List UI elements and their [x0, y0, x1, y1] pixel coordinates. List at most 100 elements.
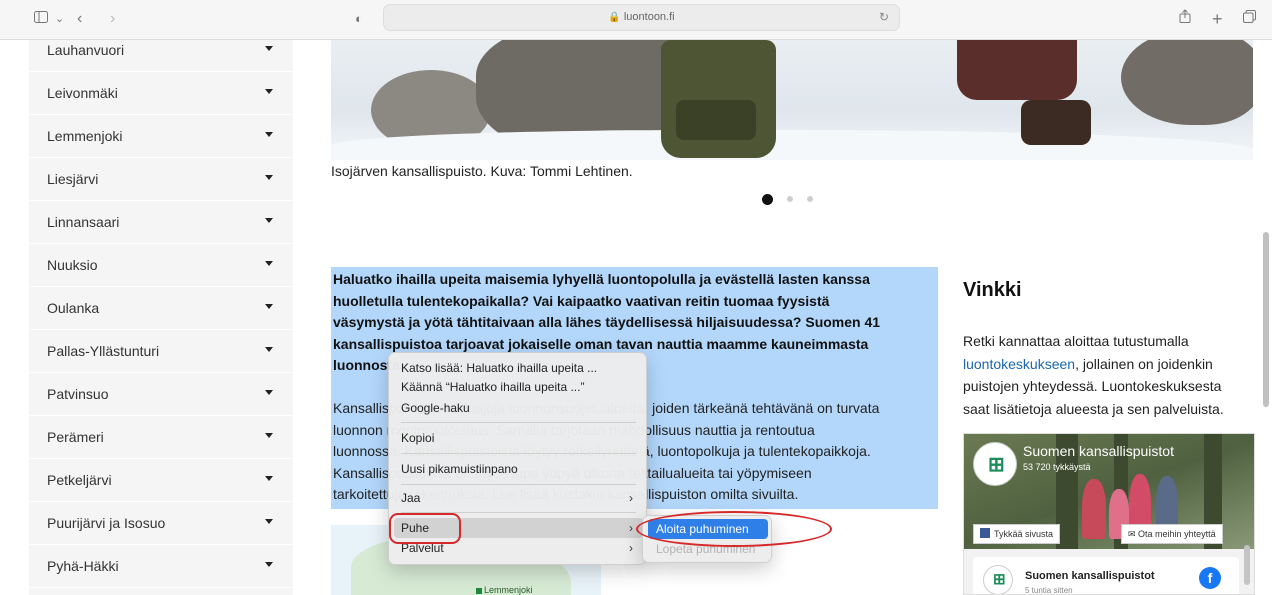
lock-icon: 🔒	[608, 12, 621, 23]
menu-separator	[401, 484, 636, 485]
sidebar-item-label: Oulanka	[47, 300, 100, 316]
sidebar-item[interactable]: Petkeljärvi	[29, 459, 293, 502]
annotation-circle-start-speaking	[636, 511, 832, 547]
sidebar-item[interactable]: Lemmenjoki	[29, 115, 293, 158]
address-bar[interactable]: 🔒 luontoon.fi ↻	[383, 4, 900, 31]
sidebar-icon[interactable]	[34, 9, 48, 29]
facebook-icon	[980, 528, 990, 538]
sidebar-item-label: Pallas-Yllästunturi	[47, 343, 160, 359]
sidebar-item-label: Linnansaari	[47, 214, 120, 230]
tabs-overview-icon[interactable]	[1243, 9, 1256, 29]
facebook-like-button[interactable]: Tykkää sivusta	[973, 524, 1061, 544]
caret-down-icon[interactable]	[265, 390, 273, 395]
menu-item-share[interactable]: Jaa ›	[394, 488, 643, 508]
lead-line: väsymystä ja yötä tähtitaivaan alla lähe…	[333, 314, 881, 330]
sidebar-item[interactable]: Oulanka	[29, 287, 293, 330]
sidebar-item-label: Lauhanvuori	[47, 42, 125, 58]
sidebar-item[interactable]: Puurijärvi ja Isosuo	[29, 502, 293, 545]
caret-down-icon[interactable]	[265, 175, 273, 180]
carousel-dot-active[interactable]	[762, 194, 773, 205]
image-caption: Isojärven kansallispuisto. Kuva: Tommi L…	[331, 163, 633, 179]
menu-item-copy[interactable]: Kopioi	[394, 428, 643, 448]
menu-item-translate[interactable]: Käännä “Haluatko ihailla upeita ...”	[394, 377, 643, 397]
caret-down-icon[interactable]	[265, 46, 273, 51]
reload-icon[interactable]: ↻	[879, 10, 889, 24]
menu-item-label: Kopioi	[401, 431, 435, 445]
facebook-post[interactable]: ⊞ Suomen kansallispuistot 5 tuntia sitte…	[973, 557, 1239, 595]
menu-item-quick-note[interactable]: Uusi pikamuistiinpano	[394, 459, 643, 479]
sidebar-item[interactable]: Linnansaari	[29, 201, 293, 244]
facebook-like-count: 53 720 tykkäystä	[1023, 462, 1091, 472]
sidebar-item-label: Nuuksio	[47, 257, 98, 273]
forward-icon[interactable]: ›	[110, 9, 115, 29]
menu-item-label: Katso lisää: Haluatko ihailla upeita ...	[401, 361, 598, 375]
page-scrollbar[interactable]	[1263, 232, 1269, 407]
caret-down-icon[interactable]	[265, 433, 273, 438]
submenu-arrow-icon: ›	[629, 541, 633, 555]
widget-scrollbar[interactable]	[1244, 545, 1250, 585]
park-list-sidebar: Lauhanvuori Leivonmäki Lemmenjoki Liesjä…	[29, 40, 293, 595]
sidebar-item[interactable]: Patvinsuo	[29, 373, 293, 416]
tip-line: Retki kannattaa aloittaa tutustumalla	[963, 333, 1189, 349]
sidebar-item-label: Patvinsuo	[47, 386, 109, 402]
caret-down-icon[interactable]	[265, 562, 273, 567]
back-icon[interactable]: ‹	[77, 9, 82, 29]
menu-item-label: Käännä “Haluatko ihailla upeita ...”	[401, 380, 585, 394]
submenu-arrow-icon: ›	[629, 491, 633, 505]
post-author[interactable]: Suomen kansallispuistot	[1025, 570, 1155, 582]
caret-down-icon[interactable]	[265, 89, 273, 94]
facebook-logo-icon: f	[1199, 567, 1221, 589]
lead-line: huolletulla tulentekopaikalla? Vai kaipa…	[333, 292, 830, 309]
tip-line: puistojen yhteydessä. Luontokeskuksesta	[963, 378, 1222, 394]
sidebar-item[interactable]: Perämeri	[29, 416, 293, 459]
tip-line: , jollainen on joidenkin	[1075, 355, 1213, 372]
share-icon[interactable]	[1179, 9, 1191, 29]
new-tab-icon[interactable]: +	[1212, 9, 1223, 29]
sidebar-item[interactable]: Lauhanvuori	[29, 29, 293, 72]
menu-item-label: Jaa	[401, 491, 421, 505]
park-logo-icon[interactable]: ⊞	[973, 442, 1017, 486]
sidebar-item[interactable]: Nuuksio	[29, 244, 293, 287]
caret-down-icon[interactable]	[265, 132, 273, 137]
post-author-logo-icon: ⊞	[983, 565, 1013, 594]
facebook-widget: ⊞ Suomen kansallispuistot 53 720 tykkäys…	[963, 433, 1255, 595]
annotation-circle-speech	[389, 513, 461, 544]
caret-down-icon[interactable]	[265, 261, 273, 266]
sidebar-item-label: Liesjärvi	[47, 171, 99, 187]
carousel-dot[interactable]	[787, 196, 793, 202]
contact-button-label: Ota meihin yhteyttä	[1138, 529, 1216, 539]
sidebar-item[interactable]: Liesjärvi	[29, 158, 293, 201]
submenu-arrow-icon: ›	[629, 521, 633, 535]
caret-down-icon[interactable]	[265, 218, 273, 223]
facebook-contact-button[interactable]: ✉ Ota meihin yhteyttä	[1121, 524, 1223, 544]
menu-separator	[401, 453, 636, 454]
like-button-label: Tykkää sivusta	[994, 529, 1054, 539]
privacy-shield-icon[interactable]: ◐	[355, 9, 363, 29]
sidebar-item-label: Pyhä-Häkki	[47, 558, 119, 574]
caret-down-icon[interactable]	[265, 347, 273, 352]
post-time: 5 tuntia sitten	[1025, 586, 1073, 595]
map-label: Lemmenjoki	[484, 585, 533, 595]
carousel-dot[interactable]	[807, 196, 813, 202]
menu-item-google-search[interactable]: Google-haku	[394, 398, 643, 418]
sidebar-item[interactable]: Leivonmäki	[29, 72, 293, 115]
menu-item-look-up[interactable]: Katso lisää: Haluatko ihailla upeita ...	[394, 358, 643, 378]
sidebar-item-label: Lemmenjoki	[47, 128, 123, 144]
hero-image	[331, 40, 1253, 160]
caret-down-icon[interactable]	[265, 304, 273, 309]
map-pin-icon[interactable]	[476, 588, 482, 594]
mail-icon: ✉	[1128, 529, 1139, 539]
facebook-page-name[interactable]: Suomen kansallispuistot	[1023, 443, 1174, 459]
sidebar-item-label: Leivonmäki	[47, 85, 118, 101]
sidebar-item[interactable]: Pyhä-Häkki	[29, 545, 293, 588]
menu-item-label: Uusi pikamuistiinpano	[401, 462, 518, 476]
visitor-centre-link[interactable]: luontokeskukseen	[963, 356, 1075, 372]
menu-item-label: Google-haku	[401, 401, 470, 415]
chevron-down-icon[interactable]: ⌄	[55, 9, 64, 29]
menu-separator	[401, 422, 636, 423]
sidebar-item-label: Petkeljärvi	[47, 472, 112, 488]
caret-down-icon[interactable]	[265, 519, 273, 524]
sidebar-item[interactable]: Pallas-Yllästunturi	[29, 330, 293, 373]
lead-line: Haluatko ihailla upeita maisemia lyhyell…	[333, 271, 870, 287]
caret-down-icon[interactable]	[265, 476, 273, 481]
